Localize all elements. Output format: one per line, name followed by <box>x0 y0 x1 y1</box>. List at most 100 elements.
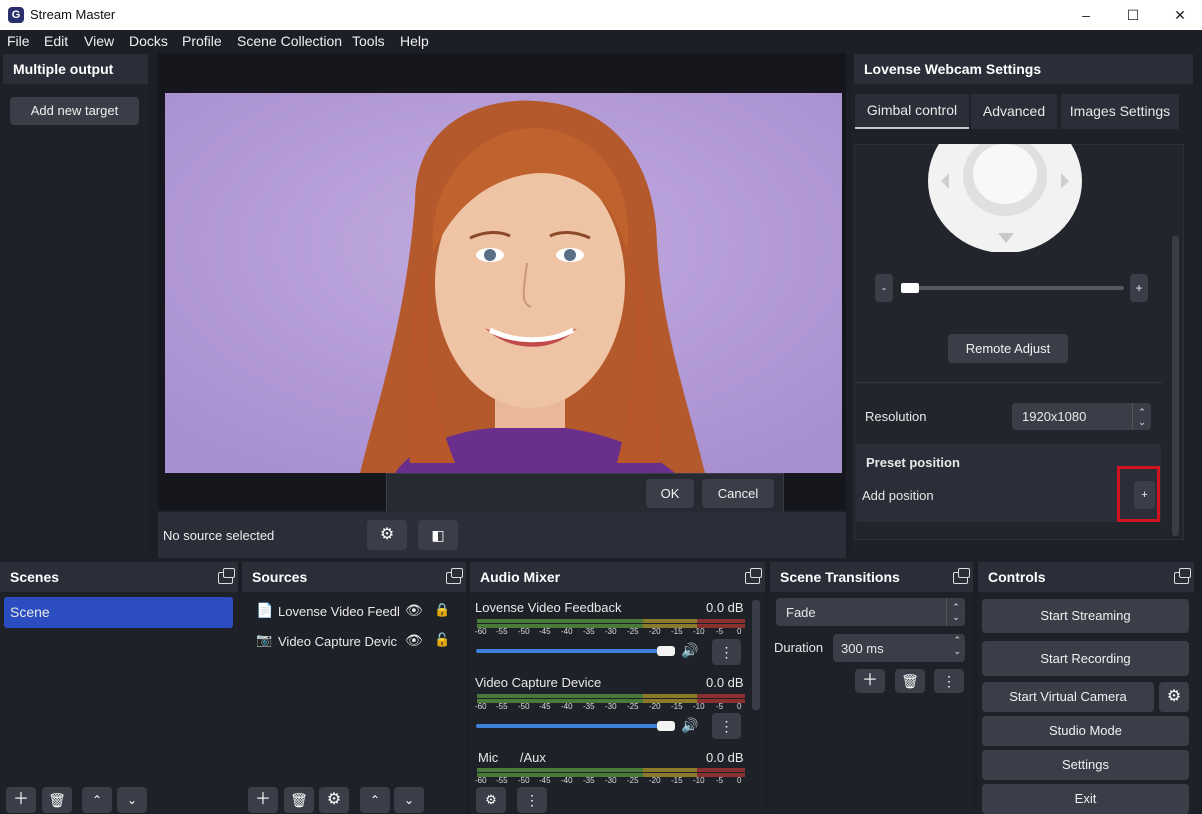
duration-spinbox[interactable]: 300 ms ⌃ ⌄ <box>833 634 965 662</box>
scale-tick: -55 <box>496 776 508 785</box>
eye-icon[interactable]: 👁 <box>405 602 423 619</box>
chevron-updown-icon: ⌃ ⌄ <box>946 598 965 626</box>
advanced-audio-gears-icon[interactable]: ⚙ <box>476 787 506 813</box>
remote-adjust-button[interactable]: Remote Adjust <box>948 334 1068 363</box>
undock-icon[interactable] <box>1174 568 1191 584</box>
undock-icon[interactable] <box>446 568 463 584</box>
transition-select[interactable]: Fade ⌃ ⌄ <box>776 598 965 626</box>
title-bar: G Stream Master – ☐ ✕ <box>0 0 1202 30</box>
source-item[interactable]: 📄 Lovense Video Feedl 👁 🔒 <box>244 600 464 624</box>
start-virtual-camera-button[interactable]: Start Virtual Camera <box>982 682 1154 712</box>
menu-tools[interactable]: Tools <box>352 33 385 49</box>
start-recording-button[interactable]: Start Recording <box>982 641 1189 676</box>
kebab-menu-icon[interactable]: ⋮ <box>712 639 741 665</box>
zoom-slider-track[interactable] <box>902 286 1124 290</box>
kebab-menu-icon[interactable]: ⋮ <box>934 669 964 693</box>
maximize-icon[interactable]: ☐ <box>1113 4 1153 26</box>
undock-icon[interactable] <box>218 568 235 584</box>
exit-button[interactable]: Exit <box>982 784 1189 814</box>
divider <box>855 382 1162 383</box>
audio-meter <box>477 768 745 772</box>
start-streaming-button[interactable]: Start Streaming <box>982 599 1189 633</box>
scale-tick: -55 <box>496 702 508 711</box>
scale-tick: -35 <box>583 702 595 711</box>
speaker-icon[interactable]: 🔊 <box>681 717 698 734</box>
lock-icon[interactable]: 🔒 <box>434 602 450 618</box>
tab-images-settings[interactable]: Images Settings <box>1061 94 1179 129</box>
channel-name: Video Capture Device <box>475 675 602 690</box>
menu-docks[interactable]: Docks <box>129 33 168 49</box>
close-icon[interactable]: ✕ <box>1160 4 1200 26</box>
scale-tick: -5 <box>716 702 724 711</box>
remove-source-trash-icon[interactable]: 🗑 <box>284 787 314 813</box>
kebab-menu-icon[interactable]: ⋮ <box>517 787 547 813</box>
zoom-minus-button[interactable]: - <box>875 274 893 302</box>
scene-item[interactable]: Scene <box>4 597 233 628</box>
eye-icon[interactable]: 👁 <box>405 632 423 649</box>
unlock-icon[interactable]: 🔓 <box>434 632 450 648</box>
source-label: Video Capture Devic <box>278 634 397 649</box>
menu-scene-collection[interactable]: Scene Collection <box>237 33 342 49</box>
mixer-scrollbar[interactable] <box>752 600 760 710</box>
undock-icon[interactable] <box>953 568 970 584</box>
tab-gimbal-control[interactable]: Gimbal control <box>855 94 969 129</box>
source-properties-gear-icon[interactable]: ⚙ <box>367 520 407 550</box>
move-down-chevron-icon[interactable]: ⌄ <box>394 787 424 813</box>
remove-scene-trash-icon[interactable]: 🗑 <box>42 787 72 813</box>
ok-button[interactable]: OK <box>646 479 694 508</box>
source-properties-gear-icon[interactable]: ⚙ <box>319 787 349 813</box>
volume-slider-knob[interactable] <box>657 721 675 731</box>
scale-tick: -40 <box>561 702 573 711</box>
menu-edit[interactable]: Edit <box>44 33 68 49</box>
scale-tick: -45 <box>539 776 551 785</box>
speaker-icon[interactable]: 🔊 <box>681 642 698 659</box>
cancel-button[interactable]: Cancel <box>702 479 774 508</box>
move-up-chevron-icon[interactable]: ⌃ <box>82 787 112 813</box>
scale-tick: -10 <box>693 776 705 785</box>
app-logo-icon: G <box>8 7 24 23</box>
gimbal-joystick[interactable] <box>928 144 1082 252</box>
undock-icon[interactable] <box>745 568 762 584</box>
remove-transition-trash-icon[interactable]: 🗑 <box>895 669 925 693</box>
spin-arrows-icon[interactable]: ⌃ ⌄ <box>953 635 961 657</box>
menu-view[interactable]: View <box>84 33 114 49</box>
meter-scale: -60 -55 -50 -45 -40 -35 -30 -25 -20 -15 … <box>475 627 750 637</box>
volume-slider-knob[interactable] <box>657 646 675 656</box>
sources-panel <box>242 592 466 814</box>
studio-mode-button[interactable]: Studio Mode <box>982 716 1189 746</box>
no-source-label: No source selected <box>163 528 275 543</box>
kebab-menu-icon[interactable]: ⋮ <box>712 713 741 739</box>
channel-name: Mic /Aux <box>478 750 546 765</box>
add-transition-plus-icon[interactable]: ＋ <box>855 669 885 693</box>
tab-advanced[interactable]: Advanced <box>971 94 1057 129</box>
source-label: Lovense Video Feedl <box>278 604 400 619</box>
zoom-slider-knob[interactable] <box>901 283 919 293</box>
volume-slider[interactable] <box>476 649 666 653</box>
menu-help[interactable]: Help <box>400 33 429 49</box>
scenes-header: Scenes <box>0 562 238 592</box>
menu-file[interactable]: File <box>7 33 30 49</box>
move-up-chevron-icon[interactable]: ⌃ <box>360 787 390 813</box>
add-scene-plus-icon[interactable]: ＋ <box>6 787 36 813</box>
move-down-chevron-icon[interactable]: ⌄ <box>117 787 147 813</box>
scale-tick: -45 <box>539 702 551 711</box>
scale-tick: -10 <box>693 627 705 636</box>
gimbal-scrollbar[interactable] <box>1172 236 1179 536</box>
resolution-value: 1920x1080 <box>1022 409 1087 424</box>
settings-button[interactable]: Settings <box>982 750 1189 780</box>
zoom-plus-button[interactable]: + <box>1130 274 1148 302</box>
add-source-plus-icon[interactable]: ＋ <box>248 787 278 813</box>
scale-tick: -30 <box>605 776 617 785</box>
virtual-camera-gear-icon[interactable]: ⚙ <box>1159 682 1189 712</box>
add-position-button[interactable]: + <box>1134 481 1155 509</box>
scale-tick: 0 <box>737 702 742 711</box>
source-item[interactable]: 📷 Video Capture Devic 👁 🔓 <box>244 630 464 654</box>
add-new-target-button[interactable]: Add new target <box>10 97 139 125</box>
resolution-select[interactable]: 1920x1080 ⌃ ⌄ <box>1012 403 1151 430</box>
menu-profile[interactable]: Profile <box>182 33 222 49</box>
scale-tick: -15 <box>671 702 683 711</box>
source-filters-icon[interactable]: ◧ <box>418 520 458 550</box>
preview-video-image <box>165 93 842 473</box>
volume-slider[interactable] <box>476 724 666 728</box>
minimize-icon[interactable]: – <box>1066 4 1106 26</box>
